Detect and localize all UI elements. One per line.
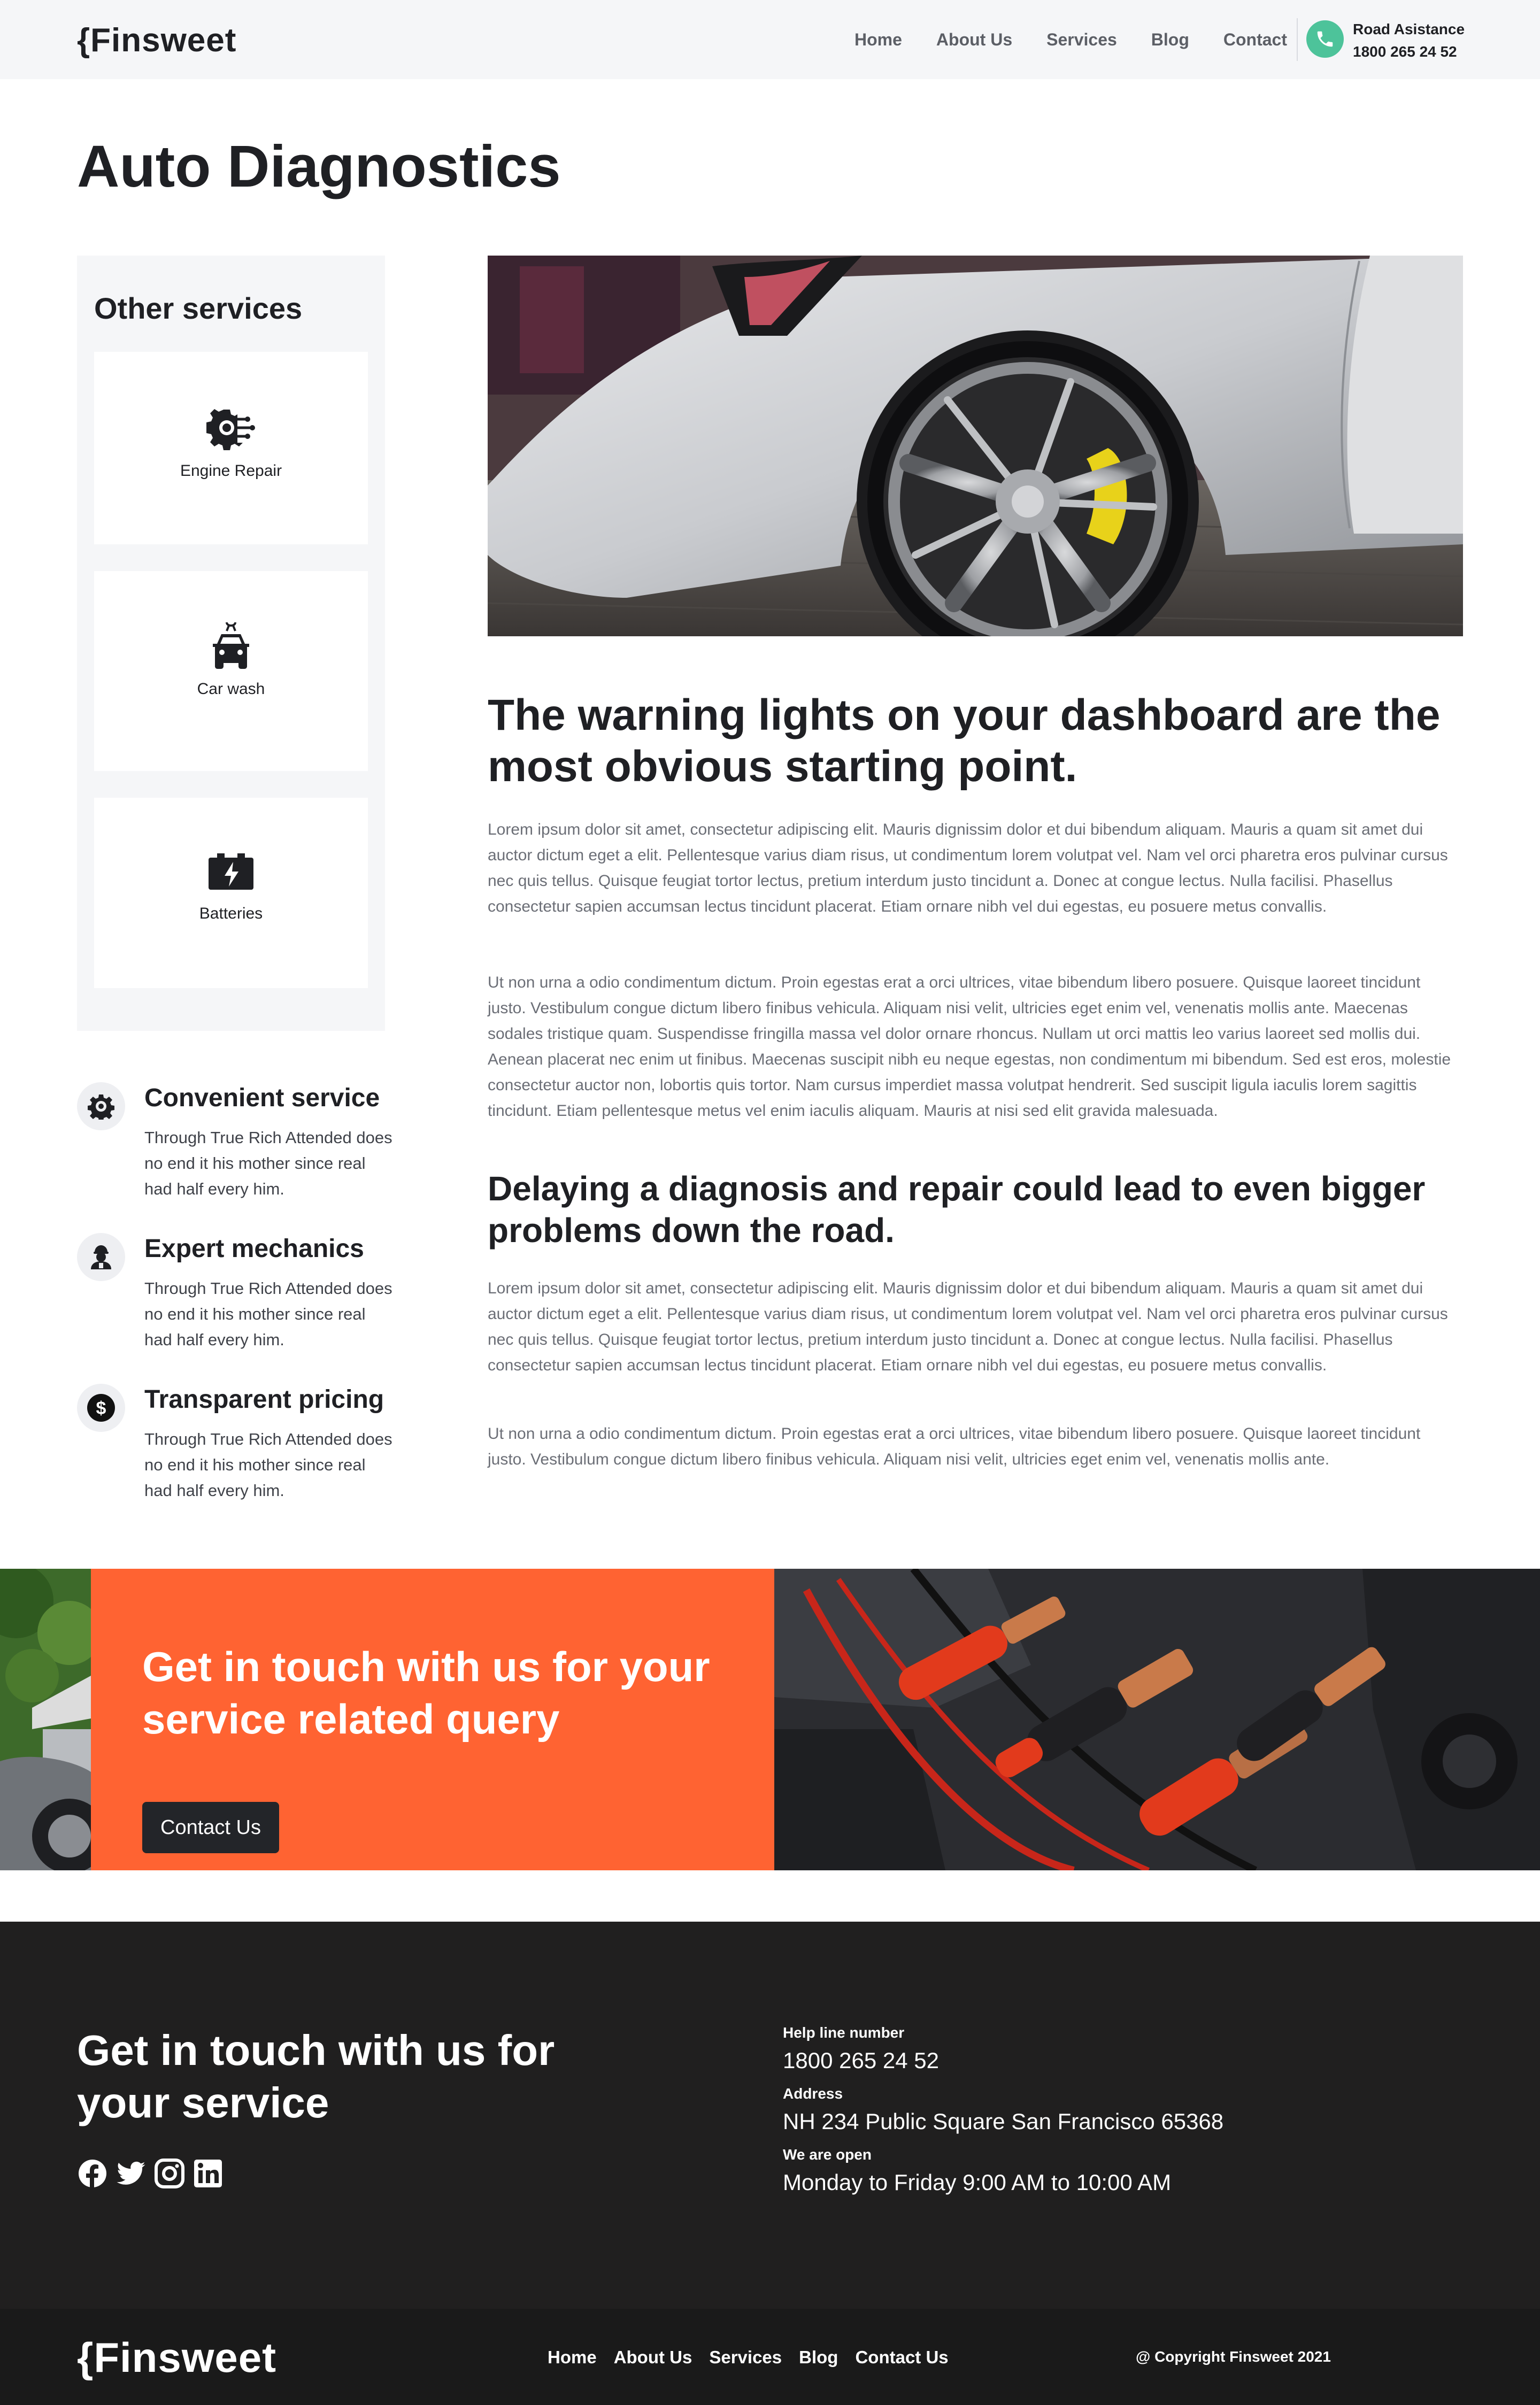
car-greenery-image: [0, 1569, 107, 1870]
address-value: NH 234 Public Square San Francisco 65368: [783, 2109, 1224, 2134]
feature-title: Expert mechanics: [144, 1235, 364, 1263]
page-title: Auto Diagnostics: [77, 134, 561, 199]
footer-logo[interactable]: {Finsweet: [77, 2333, 276, 2382]
nav-home[interactable]: Home: [854, 30, 902, 50]
nav-divider: [1297, 18, 1298, 61]
help-line-value[interactable]: 1800 265 24 52: [783, 2048, 939, 2073]
footer-nav-services[interactable]: Services: [709, 2347, 782, 2368]
footer-nav-blog[interactable]: Blog: [799, 2347, 838, 2368]
engine-gear-icon: [204, 401, 258, 454]
cta-title: Get in touch with us for your service re…: [142, 1643, 710, 1743]
gear-icon: [77, 1082, 125, 1130]
service-card-engine-repair[interactable]: Engine Repair: [94, 352, 368, 544]
mechanic-icon: [77, 1233, 125, 1281]
car-wash-icon: [204, 619, 258, 673]
footer-heading: Get in touch with us for your service: [77, 2026, 555, 2126]
road-assistance: Road Asistance 1800 265 24 52: [1353, 18, 1465, 63]
copyright-text: @ Copyright Finsweet 2021: [1136, 2348, 1331, 2365]
article-paragraph-2: Ut non urna a odio condimentum dictum. P…: [488, 974, 1451, 1120]
hours-value: Monday to Friday 9:00 AM to 10:00 AM: [783, 2170, 1172, 2195]
main-menu: Home About Us Services Blog Contact: [854, 30, 1287, 50]
bottom-bar: {Finsweet Home About Us Services Blog Co…: [0, 2309, 1540, 2405]
feature-text: Through True Rich Attended does no end i…: [144, 1128, 392, 1198]
footer-menu: Home About Us Services Blog Contact Us: [548, 2347, 949, 2368]
article-paragraph-3: Lorem ipsum dolor sit amet, consectetur …: [488, 1279, 1448, 1374]
cta-banner: Get in touch with us for your service re…: [0, 1569, 1540, 1870]
nav-contact[interactable]: Contact: [1223, 30, 1287, 50]
twitter-icon[interactable]: [116, 2158, 147, 2189]
hours-label: We are open: [783, 2146, 872, 2163]
address-label: Address: [783, 2085, 843, 2102]
feature-title: Convenient service: [144, 1084, 380, 1112]
other-services-panel: Other services Engine Repair Car wash Ba…: [77, 256, 385, 1031]
brand-logo[interactable]: {Finsweet: [77, 21, 236, 59]
dollar-icon: $: [77, 1384, 125, 1432]
other-services-title: Other services: [94, 291, 303, 325]
service-label-engine-repair: Engine Repair: [180, 462, 282, 480]
service-label-batteries: Batteries: [199, 905, 263, 922]
svg-text:$: $: [96, 1398, 106, 1419]
cta-panel: Get in touch with us for your service re…: [91, 1569, 774, 1870]
road-assistance-label: Road Asistance: [1353, 21, 1465, 37]
footer-nav-about-us[interactable]: About Us: [614, 2347, 692, 2368]
linkedin-icon[interactable]: [192, 2158, 224, 2189]
battery-icon: [204, 844, 258, 897]
feature-text: Through True Rich Attended does no end i…: [144, 1279, 392, 1349]
footer-nav-home[interactable]: Home: [548, 2347, 597, 2368]
phone-icon[interactable]: [1306, 20, 1344, 58]
footer-contact: Get in touch with us for your service He…: [0, 1922, 1540, 2309]
feature-text: Through True Rich Attended does no end i…: [144, 1430, 392, 1500]
car-wheel-image: [488, 256, 1463, 636]
service-card-batteries[interactable]: Batteries: [94, 798, 368, 988]
top-navbar: {Finsweet Home About Us Services Blog Co…: [0, 0, 1540, 79]
nav-services[interactable]: Services: [1046, 30, 1117, 50]
footer-nav-contact-us[interactable]: Contact Us: [855, 2347, 948, 2368]
jumper-cables-image: [774, 1569, 1540, 1870]
service-label-car-wash: Car wash: [197, 680, 265, 698]
road-assistance-phone[interactable]: 1800 265 24 52: [1353, 41, 1465, 63]
nav-about-us[interactable]: About Us: [936, 30, 1012, 50]
article-paragraph-4: Ut non urna a odio condimentum dictum. P…: [488, 1425, 1421, 1468]
nav-blog[interactable]: Blog: [1151, 30, 1189, 50]
contact-us-button[interactable]: Contact Us: [142, 1802, 279, 1853]
help-line-label: Help line number: [783, 2024, 905, 2041]
service-card-car-wash[interactable]: Car wash: [94, 571, 368, 771]
article-heading-primary: The warning lights on your dashboard are…: [488, 691, 1441, 791]
instagram-icon[interactable]: [154, 2158, 185, 2189]
social-links: [77, 2158, 224, 2189]
facebook-icon[interactable]: [77, 2158, 108, 2189]
article-paragraph-1: Lorem ipsum dolor sit amet, consectetur …: [488, 821, 1448, 915]
feature-title: Transparent pricing: [144, 1385, 384, 1414]
article-heading-secondary: Delaying a diagnosis and repair could le…: [488, 1169, 1426, 1250]
